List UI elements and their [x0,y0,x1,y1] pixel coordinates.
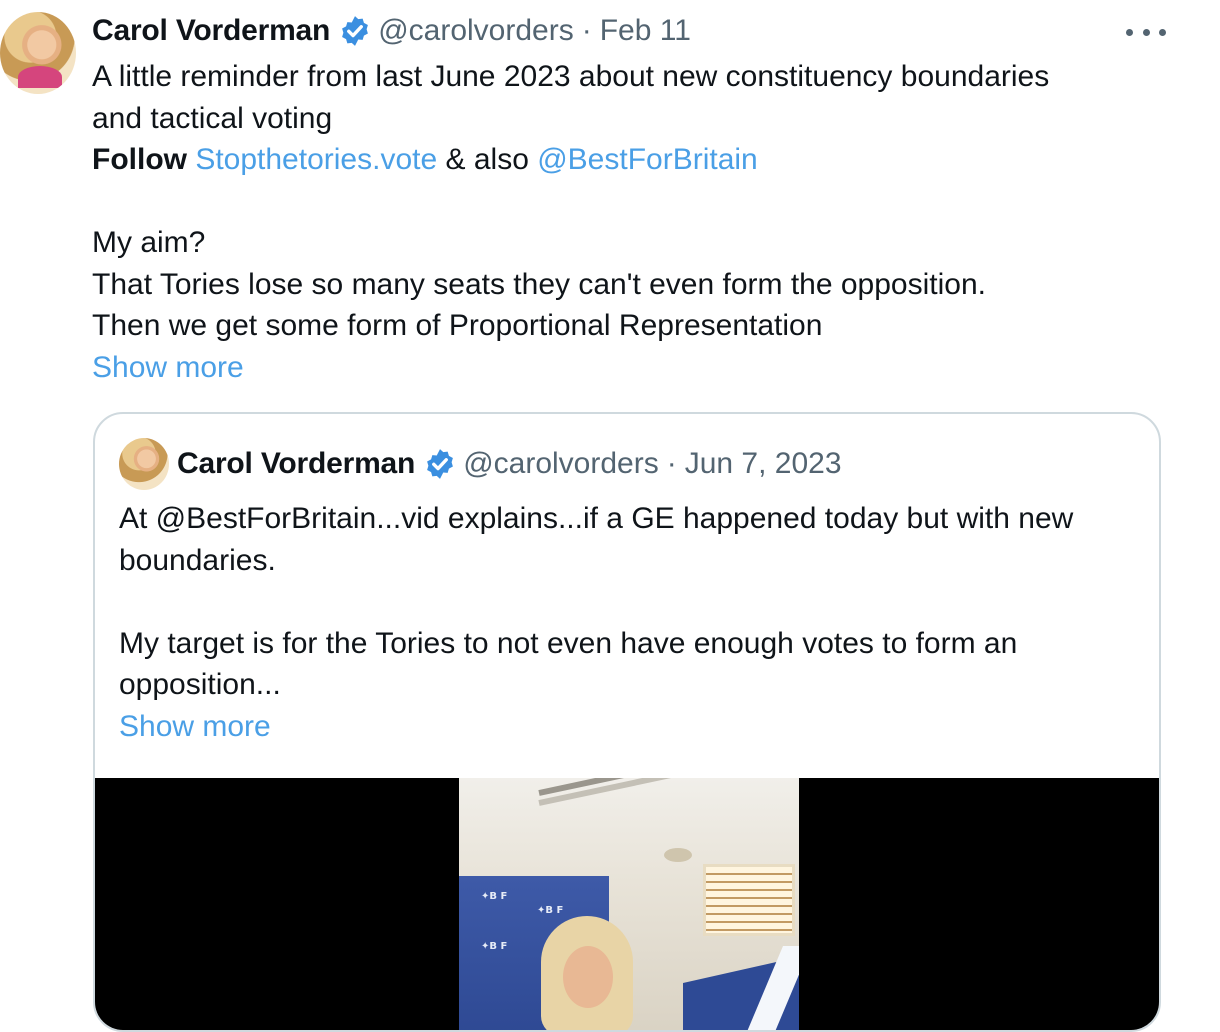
banner-logo-icon: ✦B F [481,941,508,952]
quoted-tweet-body: At @BestForBritain...vid explains...if a… [119,498,1139,747]
separator-dot: · [581,14,592,47]
tweet-line: My aim? [92,226,206,259]
banner-logo-icon: ✦B F [481,891,508,902]
stopthetories-link[interactable]: Stopthetories.vote [195,143,437,176]
quoted-author-avatar[interactable] [119,438,169,490]
ceiling-light [664,848,692,862]
tweet-header: Carol Vorderman @carolvorders · Feb 11 [92,10,691,52]
quoted-show-more-link[interactable]: Show more [119,706,1139,748]
video-player[interactable]: ✦B F ✦B F ✦B F [95,778,1159,1030]
person-face [563,946,613,1008]
tweet-follow-line: Follow Stopthetories.vote & also @BestFo… [92,139,1172,181]
quoted-line: boundaries. [119,543,276,577]
more-options-icon[interactable] [1126,22,1166,42]
more-dot [1126,28,1133,36]
tweet-body: A little reminder from last June 2023 ab… [92,56,1172,388]
tweet-date[interactable]: Feb 11 [600,14,691,48]
author-name[interactable]: Carol Vorderman [92,14,330,48]
banner-logo-icon: ✦B F [537,905,564,916]
more-dot [1142,28,1150,36]
quoted-author-handle[interactable]: @carolvorders [463,447,659,481]
tweet-line: Then we get some form of Proportional Re… [92,309,823,342]
quoted-line: At @BestForBritain...vid explains...if a… [119,502,1074,535]
author-avatar[interactable] [0,12,76,94]
quoted-tweet-date[interactable]: Jun 7, 2023 [685,447,842,481]
verified-badge-icon [427,449,454,479]
quoted-line: My target is for the Tories to not even … [119,626,1018,660]
quoted-author-name[interactable]: Carol Vorderman [177,447,415,481]
quoted-line: opposition... [119,668,281,701]
quoted-tweet-card[interactable]: Carol Vorderman @carolvorders · Jun 7, 2… [93,412,1161,1032]
window-blinds [703,864,795,936]
tweet-line: A little reminder from last June 2023 ab… [92,60,1050,93]
show-more-link[interactable]: Show more [92,347,1172,389]
quoted-tweet-header: Carol Vorderman @carolvorders · Jun 7, 2… [177,444,842,484]
bestforbritain-mention[interactable]: @BestForBritain [537,143,758,176]
video-thumbnail: ✦B F ✦B F ✦B F [459,778,799,1030]
more-dot [1159,28,1166,36]
verified-badge-icon [342,16,369,46]
tweet-line: and tactical voting [92,101,333,135]
tweet-line: That Tories lose so many seats they can'… [92,267,986,301]
separator-dot: · [666,447,677,480]
also-text: & also [445,143,538,176]
follow-label: Follow [92,143,187,176]
author-handle[interactable]: @carolvorders [378,14,574,48]
